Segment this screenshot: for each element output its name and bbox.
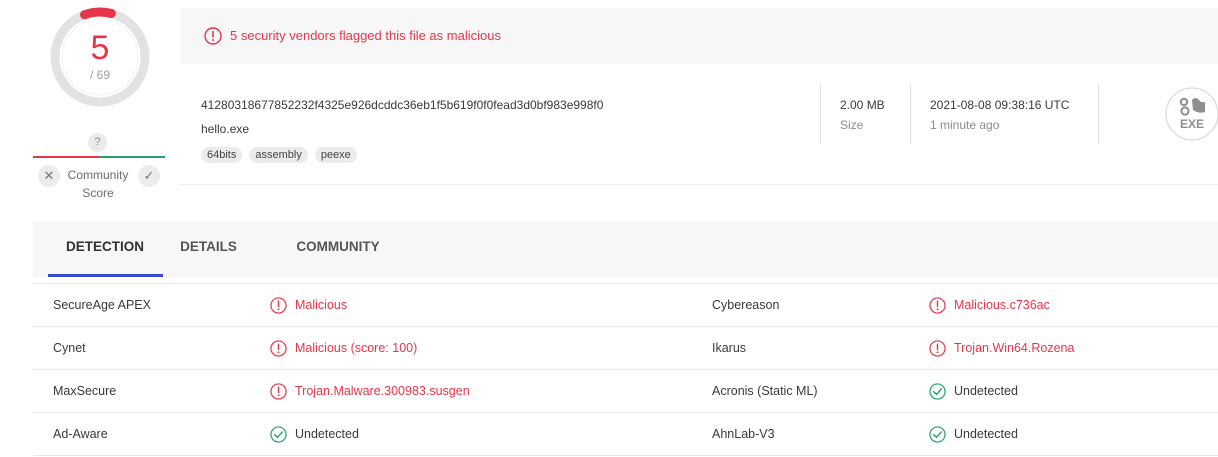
- detection-result: Trojan.Malware.300983.susgen: [270, 370, 470, 412]
- alert-circle-icon: [270, 296, 287, 314]
- gauge-progress-arc: [80, 7, 116, 20]
- detection-result-label: Malicious (score: 100): [295, 341, 418, 355]
- alert-circle-icon: [929, 296, 946, 314]
- upvote-button[interactable]: ✓: [138, 165, 160, 187]
- detection-result-label: Undetected: [954, 427, 1018, 441]
- community-score-bar-negative: [33, 156, 99, 158]
- detection-result: Trojan.Win64.Rozena: [929, 327, 1074, 369]
- community-score-label: Community Score: [62, 166, 134, 202]
- tag-chip[interactable]: assembly: [249, 147, 308, 163]
- downvote-button[interactable]: ✕: [38, 165, 60, 187]
- alert-circle-icon: [929, 339, 946, 357]
- table-row: MaxSecure Trojan.Malware.300983.susgen Acr…: [33, 369, 1218, 412]
- tag-chip[interactable]: peexe: [314, 147, 357, 163]
- detection-result: Undetected: [929, 370, 1018, 412]
- engine-name: MaxSecure: [53, 384, 117, 398]
- engine-name: Cynet: [53, 341, 86, 355]
- file-size-value: 2.00 MB: [840, 98, 885, 112]
- tab-details[interactable]: DETAILS: [171, 221, 246, 277]
- community-score-bar: [33, 156, 165, 158]
- file-size-label: Size: [840, 118, 864, 132]
- close-icon: ✕: [43, 168, 55, 183]
- check-circle-icon: [929, 425, 946, 443]
- divider: [820, 84, 821, 144]
- engine-name: Acronis (Static ML): [712, 384, 818, 398]
- divider: [910, 84, 911, 144]
- score-positives: 5: [90, 29, 110, 67]
- check-circle-icon: [270, 425, 287, 443]
- engine-name: SecureAge APEX: [53, 298, 151, 312]
- file-name: hello.exe: [201, 122, 250, 136]
- detection-table: SecureAge APEX Malicious Cybereason Malicio…: [33, 283, 1218, 456]
- detection-result-label: Malicious: [295, 298, 348, 312]
- engine-name: AhnLab-V3: [712, 427, 775, 441]
- detection-result-label: Undetected: [954, 384, 1018, 398]
- tag-chip[interactable]: 64bits: [201, 147, 243, 163]
- exe-file-type-icon: EXE: [1165, 87, 1218, 141]
- tab-community[interactable]: COMMUNITY: [283, 221, 393, 277]
- engine-name: Ad-Aware: [53, 427, 108, 441]
- detection-result-label: Trojan.Win64.Rozena: [954, 341, 1075, 355]
- community-score-help-icon[interactable]: ?: [88, 133, 107, 152]
- alert-text: 5 security vendors flagged this file as …: [230, 28, 501, 43]
- detection-result-label: Trojan.Malware.300983.susgen: [295, 384, 470, 398]
- check-circle-icon: [929, 382, 946, 400]
- tab-detection[interactable]: DETECTION: [55, 221, 155, 277]
- community-score-label-line1: Community: [67, 168, 129, 182]
- analysis-date-value: 2021-08-08 09:38:16 UTC: [930, 98, 1070, 112]
- table-row: SecureAge APEX Malicious Cybereason Malicio…: [33, 283, 1218, 326]
- alert-circle-icon: [270, 339, 287, 357]
- malicious-alert-banner: 5 security vendors flagged this file as …: [180, 8, 1218, 64]
- check-icon: ✓: [143, 168, 155, 183]
- tab-bar: DETECTION DETAILS COMMUNITY: [33, 221, 1218, 277]
- file-tags: 64bits assembly peexe: [201, 147, 357, 163]
- detection-result-label: Undetected: [295, 427, 359, 441]
- table-row: Cynet Malicious (score: 100) Ikarus Trojan.…: [33, 326, 1218, 369]
- active-tab-indicator: [48, 274, 163, 277]
- score-total: / 69: [89, 68, 110, 82]
- detection-result: Undetected: [270, 413, 359, 455]
- engine-name: Ikarus: [712, 341, 747, 355]
- alert-circle-icon: [270, 382, 287, 400]
- detection-result: Malicious (score: 100): [270, 327, 417, 369]
- analysis-date-ago: 1 minute ago: [930, 118, 1000, 132]
- engine-name: Cybereason: [712, 298, 780, 312]
- table-row: Ad-Aware Undetected AhnLab-V3 Undetected: [33, 412, 1218, 456]
- detection-result: Undetected: [929, 413, 1018, 455]
- svg-text:EXE: EXE: [1180, 117, 1204, 131]
- file-info-card: 41280318677852232f4325e926dcddc36eb1f5b6…: [180, 64, 1218, 185]
- divider: [1098, 84, 1099, 144]
- detection-result-label: Malicious.c736ac: [954, 298, 1050, 312]
- detection-result: Malicious: [270, 284, 347, 326]
- detection-score-widget: 5 / 69 ? ✕ Community Score ✓: [0, 0, 180, 210]
- file-hash[interactable]: 41280318677852232f4325e926dcddc36eb1f5b6…: [201, 98, 603, 112]
- alert-circle-icon: [204, 27, 222, 45]
- detection-result: Malicious.c736ac: [929, 284, 1050, 326]
- community-score-label-line2: Score: [82, 186, 114, 200]
